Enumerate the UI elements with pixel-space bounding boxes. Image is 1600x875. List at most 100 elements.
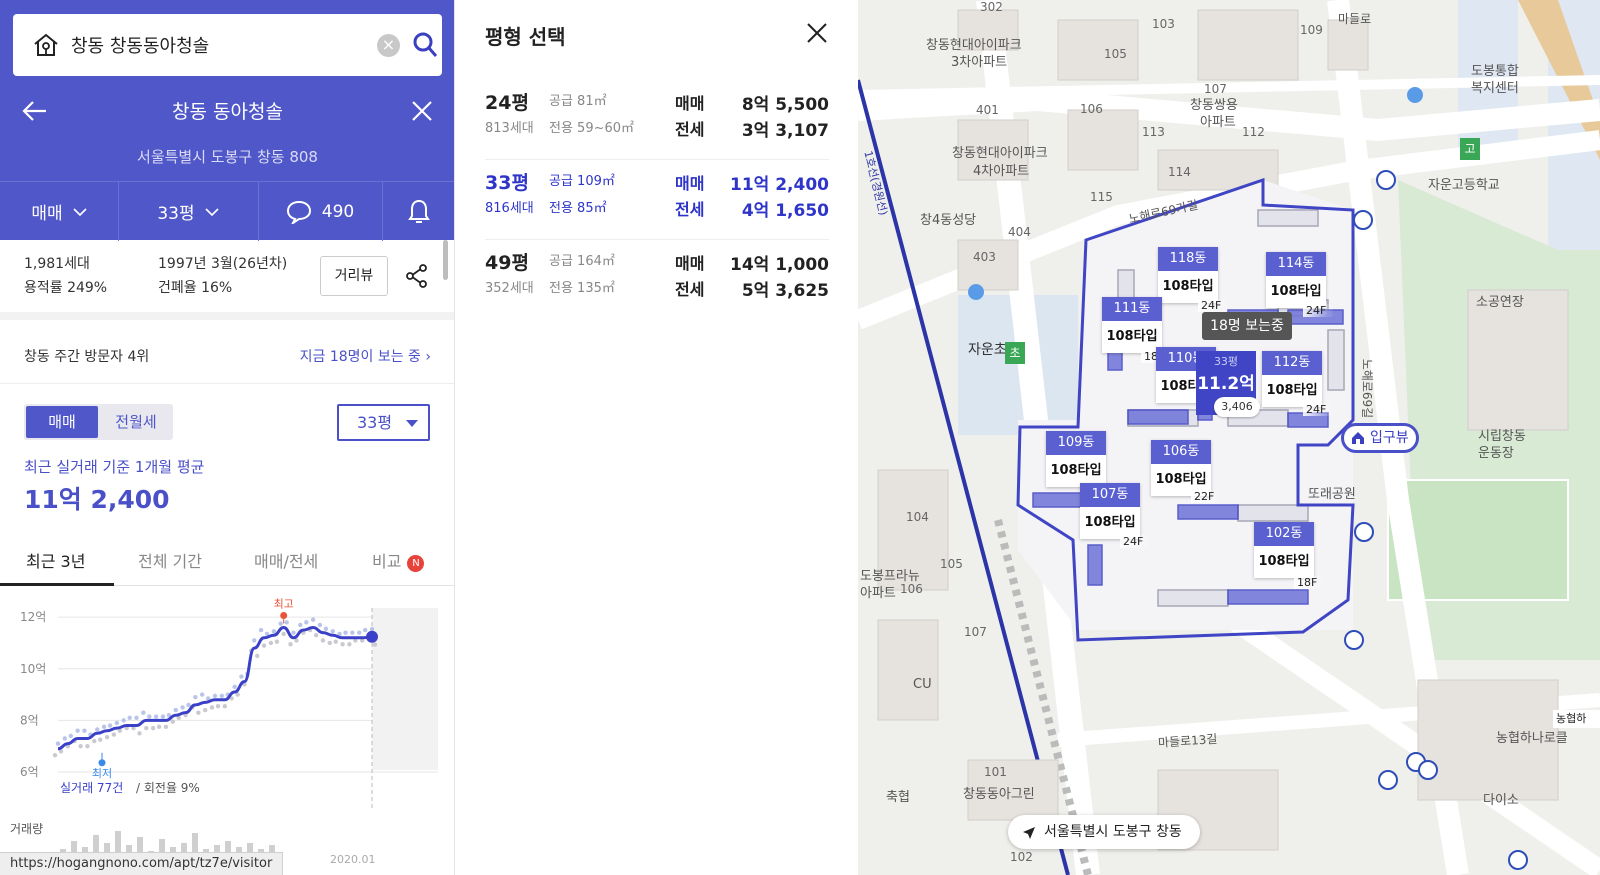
visitor-row[interactable]: 창동 주간 방문자 4위 지금 18명이 보는 중 › [0,328,454,384]
notification-button[interactable] [382,182,454,241]
clear-search-icon[interactable]: × [377,34,400,57]
deal-point [327,640,332,646]
apartment-address: 서울특별시 도봉구 창동 808 [137,148,318,166]
map-label: 창동동아그린 [963,787,1035,802]
size-option-row[interactable]: 24평 813세대 공급 81㎡ 전용 59~60㎡ 매매 전세 8억 5,500 3억 3,… [485,80,829,160]
volume-label: 거래량 [10,822,43,836]
search-icon[interactable] [412,31,438,59]
building-type: 108타입 [1106,329,1158,344]
trade-type-dropdown[interactable]: 매매 [0,182,118,241]
segment-buy[interactable]: 매매 [26,406,98,438]
apartment-title: 창동 동아청솔 [172,101,283,123]
building-floor-count: 24F [1198,299,1230,312]
deal-point [147,714,152,719]
size-supply-area: 공급 109㎡ [549,174,615,189]
map-label: 또래공원 [1308,487,1356,502]
road-view-button[interactable]: 거리뷰 [320,256,388,296]
apartment-detail-panel: 창동 창동동아청솔 × 창동 동아청솔 서울특별시 도봉구 창동 808 매매 … [0,0,455,875]
coverage-ratio: 건폐율 16% [158,280,233,296]
selected-complex-marker[interactable]: 33평 11.2억 3,406 [1196,351,1260,417]
buy-price: 11억 2,400 [730,175,829,195]
buy-price: 8억 5,500 [741,95,829,115]
map-view[interactable]: 창동현대아이파크 3차아파트 창동쌍용 아파트 창동현대아이파크 4차아파트 창… [858,0,1600,875]
comments-button[interactable]: 490 [258,182,382,241]
deal-point [350,630,355,635]
building-number-label: 112 [1242,125,1265,139]
size-units: 352세대 [485,281,534,296]
new-badge: N [407,555,425,572]
building-tag[interactable]: 111동 108타입 [1102,297,1162,353]
building-floor-count: 22F [1191,490,1223,503]
tab-compare[interactable]: 비교 N [372,548,425,572]
school-marker[interactable]: 고 [1460,138,1480,160]
lease-label: 전세 [675,280,705,299]
entrance-view-button[interactable]: 입구뷰 [1341,423,1419,453]
building-dong: 118동 [1158,247,1218,271]
deal-point [232,684,237,690]
panel-title: 평형 선택 [485,25,566,49]
lease-price: 5억 3,625 [741,281,829,301]
bell-icon [407,199,430,223]
building-tag[interactable]: 106동 108타입 [1151,440,1211,496]
location-arrow-icon [1023,827,1035,839]
buy-label: 매매 [675,94,705,113]
average-price: 11억 2,400 [24,485,170,514]
share-icon[interactable] [406,264,428,288]
size-select[interactable]: 33평 [337,404,430,441]
marker-price: 11.2억 [1197,374,1255,394]
deal-point [186,702,191,708]
school-marker[interactable]: 초 [1005,342,1025,364]
speech-bubble-icon [286,200,311,224]
place-pin-label[interactable]: 농협하 [1553,710,1600,728]
apartment-summary: 1,981세대 용적률 249% 1997년 3월(26년차) 건폐율 16% … [0,240,454,320]
max-price-label: 최고 [274,597,294,610]
search-box[interactable]: 창동 창동동아청솔 × [13,14,442,76]
building-tag[interactable]: 107동 108타입 [1080,483,1140,539]
building-tag[interactable]: 109동 108타입 [1046,431,1106,487]
deal-point [222,703,228,709]
tab-buy-vs-lease[interactable]: 매매/전세 [254,548,318,572]
current-location-pill[interactable]: 서울특별시 도봉구 창동 [1008,815,1200,849]
building-floor-count: 24F [1303,403,1335,416]
size-option-row[interactable]: 49평 352세대 공급 164㎡ 전용 135㎡ 매매 전세 14억 1,000 5억 3,… [485,240,829,320]
map-label: CU [913,677,932,692]
turnover-label: / 회전율 9% [136,781,200,795]
segment-rent[interactable]: 전월세 [100,406,172,438]
price-line [57,625,373,751]
building-number-label: 106 [900,582,923,596]
size-dropdown[interactable]: 33평 [118,182,258,241]
deal-point [310,617,316,622]
map-label: 아파트 [1200,115,1236,130]
deal-point [291,630,296,635]
building-number-label: 101 [984,765,1007,779]
home-icon [34,33,58,56]
building-floor-count: 24F [1303,304,1335,317]
scrollbar-thumb[interactable] [443,240,448,280]
building-tag[interactable]: 102동 108타입 [1254,522,1314,578]
close-icon[interactable] [806,22,828,44]
building-tag[interactable]: 114동 108타입 [1266,252,1326,308]
deal-point [330,629,335,634]
deal-point [163,724,169,730]
building-dong: 109동 [1046,431,1106,455]
building-tag[interactable]: 118동 108타입 [1158,247,1218,303]
y-tick-label: 6억 [20,765,39,779]
tab-all-period[interactable]: 전체 기간 [138,548,202,572]
building-tag[interactable]: 112동 108타입 [1262,351,1322,407]
average-price-label: 최근 실거래 기준 1개월 평균 [24,458,205,476]
size-option-row[interactable]: 33평 816세대 공급 109㎡ 전용 85㎡ 매매 전세 11억 2,400 4억 1,6… [485,160,829,240]
search-input[interactable]: 창동 창동동아청솔 [71,32,209,58]
price-chart[interactable]: 12억 10억 8억 6억 최고 최저 실거래 77건 / 회전율 9% 거래량 20… [0,590,455,875]
lease-label: 전세 [675,200,705,219]
deal-point [333,639,338,644]
deal-point [68,733,74,739]
close-icon[interactable] [410,99,434,123]
buy-label: 매매 [675,174,705,193]
floor-area-ratio: 용적률 249% [24,280,108,296]
visitors-now-link[interactable]: 지금 18명이 보는 중 › [300,346,431,366]
latest-price-point[interactable] [366,630,378,643]
deal-point [95,727,100,732]
deal-point [144,725,149,731]
deal-point [114,720,120,726]
tab-recent-3-years[interactable]: 최근 3년 [26,548,85,572]
